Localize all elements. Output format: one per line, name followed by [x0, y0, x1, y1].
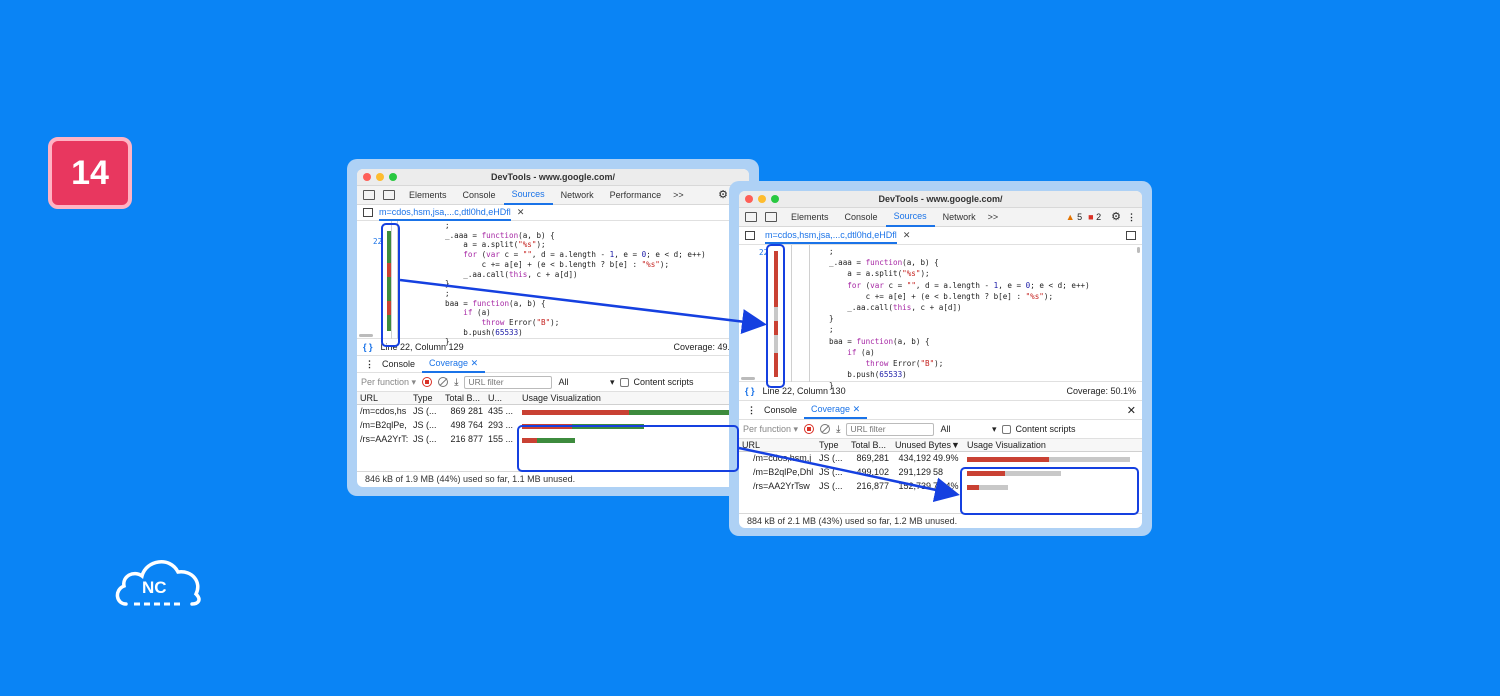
comparison-arrows	[399, 278, 960, 503]
usage-arrow	[738, 446, 960, 503]
gutter-arrow	[399, 278, 767, 334]
